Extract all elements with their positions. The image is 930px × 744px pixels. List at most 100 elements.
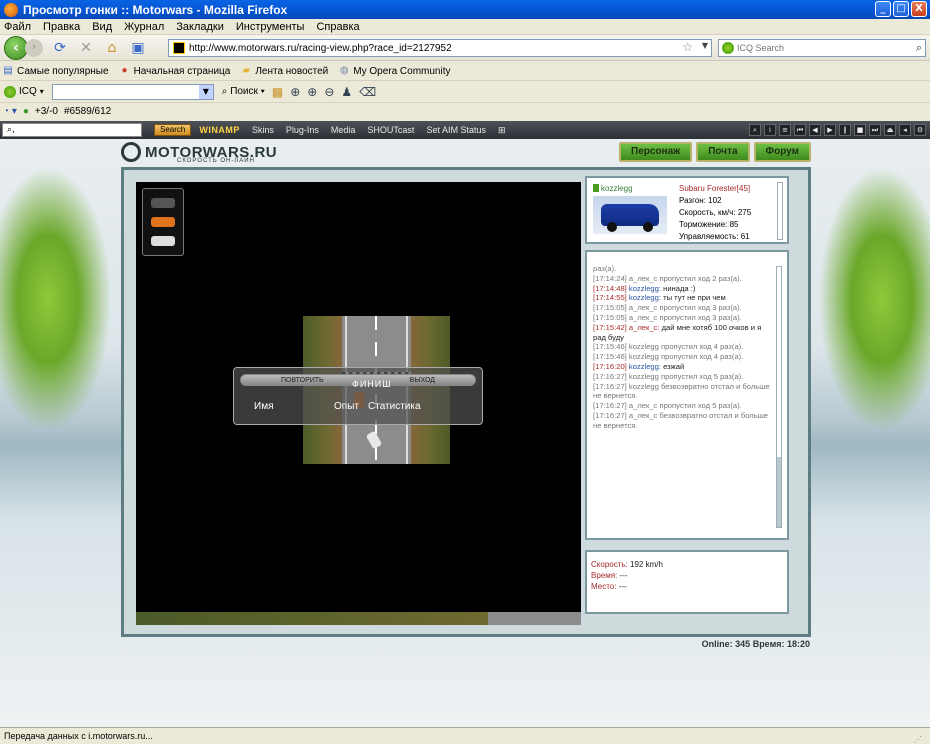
- repeat-button[interactable]: ПОВТОРИТЬ: [281, 377, 324, 384]
- winamp-plugins-menu[interactable]: Plug-Ins: [286, 125, 319, 135]
- winamp-skins-menu[interactable]: Skins: [252, 125, 274, 135]
- winamp-logo[interactable]: WINAMP: [199, 125, 240, 135]
- eraser-icon[interactable]: ⌫: [359, 85, 376, 99]
- browser-statusbar: Передача данных с i.motorwars.ru... ⋰: [0, 727, 930, 744]
- car-stat-braking: Торможение: 85: [679, 220, 739, 229]
- close-button[interactable]: X: [911, 1, 927, 17]
- chat-message: [17:15:46] kozzlegg пропустил ход 4 раз(…: [593, 352, 773, 362]
- zoom-out-icon[interactable]: ⊖: [324, 85, 334, 99]
- bookmark-my-opera[interactable]: ◍ My Opera Community: [338, 65, 451, 77]
- bookmark-news-feed[interactable]: ▰ Лента новостей: [240, 65, 328, 77]
- car-panel-scrollbar[interactable]: [777, 182, 783, 240]
- site-nav: Персонаж Почта Форум: [619, 142, 811, 162]
- volume-icon[interactable]: ◂: [899, 124, 911, 136]
- speed-value: 192 km/h: [630, 560, 663, 569]
- next-icon[interactable]: ⏭: [869, 124, 881, 136]
- url-dropdown-icon[interactable]: ▼: [702, 41, 708, 50]
- icq-search-input[interactable]: [737, 43, 887, 53]
- eject-icon[interactable]: ⏏: [884, 124, 896, 136]
- place-label: Место:: [591, 582, 617, 591]
- id-text[interactable]: #6589/612: [64, 106, 111, 117]
- chat-nick[interactable]: kozzlegg:: [629, 362, 661, 371]
- menu-help[interactable]: Справка: [316, 21, 359, 33]
- bookmark-star-icon[interactable]: ☆: [682, 40, 693, 54]
- nav-character-button[interactable]: Персонаж: [619, 142, 693, 162]
- nav-forum-button[interactable]: Форум: [753, 142, 811, 162]
- home-icon[interactable]: ⌂: [103, 39, 121, 57]
- player-name[interactable]: kozzlegg: [593, 184, 633, 193]
- reload-icon[interactable]: ⟳: [51, 39, 69, 57]
- winamp-search-input[interactable]: ⌕,: [2, 123, 142, 137]
- url-text[interactable]: http://www.motorwars.ru/racing-view.php?…: [189, 43, 452, 54]
- icq-dropdown-icon[interactable]: ▾: [40, 87, 44, 96]
- stop-icon[interactable]: ✕: [77, 39, 95, 57]
- icq-search-button[interactable]: ⌕ Поиск ▾: [222, 86, 265, 97]
- zoom-search-icon[interactable]: ⊕: [307, 85, 317, 99]
- address-bar[interactable]: http://www.motorwars.ru/racing-view.php?…: [168, 39, 712, 57]
- chat-scrollbar[interactable]: [776, 266, 782, 528]
- chat-panel: раз(а). [17:14:24] а_лек_с пропустил ход …: [585, 250, 789, 540]
- pause-icon[interactable]: ∥: [839, 124, 851, 136]
- chat-nick[interactable]: а_лек_с:: [629, 323, 660, 332]
- rewind-icon[interactable]: ◀: [809, 124, 821, 136]
- winamp-aim-status-menu[interactable]: Set AIM Status: [426, 125, 486, 135]
- nav-mail-button[interactable]: Почта: [696, 142, 750, 162]
- car-orange-icon[interactable]: [151, 217, 175, 227]
- race-game-area[interactable]: ПОВТОРИТЬ ВЫХОД ФИНИШ Имя Опыт Статистик…: [136, 182, 581, 625]
- page-action-icon[interactable]: ▣: [129, 39, 147, 57]
- play-icon[interactable]: ▶: [824, 124, 836, 136]
- menu-history[interactable]: Журнал: [124, 21, 164, 33]
- forward-button[interactable]: ›: [25, 38, 43, 57]
- resize-grip-icon[interactable]: ⋰: [914, 732, 922, 744]
- winamp-media-menu[interactable]: Media: [331, 125, 356, 135]
- stop-icon[interactable]: ■: [854, 124, 866, 136]
- history-icon[interactable]: ◔ ▾: [3, 106, 17, 117]
- chevron-down-icon[interactable]: ▼: [198, 84, 213, 99]
- speed-line: Скорость: 192 km/h: [591, 560, 663, 569]
- navigation-toolbar: ‹ › ⟳ ✕ ⌂ ▣ http://www.motorwars.ru/raci…: [0, 35, 930, 61]
- time-value: ---: [619, 571, 628, 580]
- icq-flower-icon: [722, 42, 734, 54]
- menu-file[interactable]: Файл: [4, 21, 31, 33]
- search-icon[interactable]: ⌕: [749, 124, 761, 136]
- menu-edit[interactable]: Правка: [43, 21, 80, 33]
- search-icon[interactable]: ⌕: [916, 41, 922, 55]
- zoom-in-icon[interactable]: ⊕: [290, 85, 300, 99]
- bookmark-most-popular[interactable]: ▤ Самые популярные: [2, 65, 108, 77]
- chat-nick[interactable]: kozzlegg:: [629, 284, 661, 293]
- bottom-grass-strip: [136, 612, 488, 625]
- chat-nick[interactable]: kozzlegg:: [629, 293, 661, 302]
- minimize-button[interactable]: _: [875, 1, 891, 17]
- extension-toolbar: ◔ ▾ ● +3/-0 #6589/612: [0, 102, 930, 120]
- icq-label[interactable]: ICQ: [19, 86, 37, 97]
- car-model[interactable]: Subaru Forester[45]: [679, 183, 751, 195]
- icq-flower-icon: [4, 85, 16, 98]
- exit-button[interactable]: ВЫХОД: [410, 377, 435, 384]
- wheel-icon: [121, 142, 141, 162]
- winamp-shoutcast-menu[interactable]: SHOUTcast: [367, 125, 414, 135]
- add-icon[interactable]: ⊞: [498, 125, 506, 136]
- info-icon[interactable]: i: [764, 124, 776, 136]
- car-dark-icon[interactable]: [151, 198, 175, 208]
- bookmark-start-page[interactable]: ● Начальная страница: [119, 65, 231, 77]
- menu-tools[interactable]: Инструменты: [236, 21, 305, 33]
- chat-scroll-thumb[interactable]: [777, 457, 781, 527]
- menu-bookmarks[interactable]: Закладки: [176, 21, 224, 33]
- highlight-icon[interactable]: ▩: [272, 85, 283, 99]
- chat-timestamp: [17:15:42]: [593, 322, 627, 332]
- window-titlebar: Просмотр гонки :: Motorwars - Mozilla Fi…: [0, 0, 930, 19]
- decorative-leaf-left: [0, 149, 120, 449]
- settings-icon[interactable]: ⚙: [914, 124, 926, 136]
- list-icon[interactable]: ≡: [779, 124, 791, 136]
- icq-search-box[interactable]: ⌕: [718, 39, 926, 57]
- winamp-search-button[interactable]: Search: [154, 124, 192, 136]
- menu-view[interactable]: Вид: [92, 21, 112, 33]
- site-logo[interactable]: MOTORWARS.RU СКОРОСТЬ ОН-ЛАЙН: [121, 142, 277, 164]
- maximize-button[interactable]: □: [893, 1, 909, 17]
- chat-message: [17:16:27] а_лек_с пропустил ход 5 раз(а…: [593, 401, 773, 411]
- car-white-icon[interactable]: [151, 236, 175, 246]
- user-icon[interactable]: ♟: [341, 85, 352, 99]
- car-image: [593, 196, 667, 234]
- icq-search-combo[interactable]: ▼: [51, 83, 214, 100]
- prev-icon[interactable]: ⏮: [794, 124, 806, 136]
